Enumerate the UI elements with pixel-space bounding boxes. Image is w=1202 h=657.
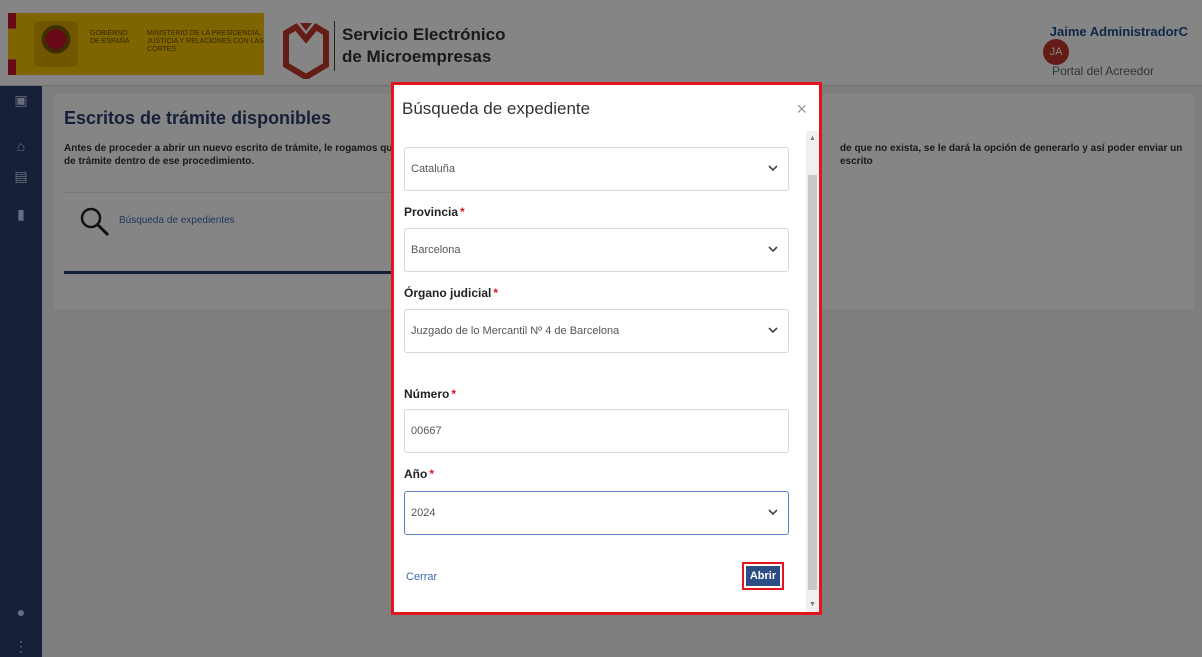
chevron-down-icon [768, 509, 778, 516]
modal-scrollbar[interactable]: ▲ ▼ [806, 131, 819, 612]
scrollbar-thumb[interactable] [808, 175, 817, 590]
numero-label: Número * [404, 387, 456, 401]
organo-judicial-select[interactable]: Juzgado de lo Mercantil Nº 4 de Barcelon… [404, 309, 789, 353]
chevron-down-icon [768, 246, 778, 253]
modal-header: Búsqueda de expediente × [394, 85, 819, 131]
scroll-up-icon[interactable]: ▲ [809, 135, 816, 142]
search-expediente-modal: Búsqueda de expediente × Cataluña Provin… [391, 82, 822, 615]
cerrar-button[interactable]: Cerrar [406, 571, 437, 583]
comunidad-select[interactable]: Cataluña [404, 147, 789, 191]
anio-select[interactable]: 2024 [404, 491, 789, 535]
provincia-label: Provincia * [404, 205, 465, 219]
abrir-highlight: Abrir [742, 562, 784, 590]
anio-label: Año * [404, 467, 434, 481]
modal-title: Búsqueda de expediente [402, 99, 591, 118]
chevron-down-icon [768, 165, 778, 172]
organo-label: Órgano judicial * [404, 286, 498, 300]
close-icon[interactable]: × [796, 99, 807, 120]
numero-input[interactable]: 00667 [404, 409, 789, 453]
organo-label-text: Órgano judicial [404, 286, 492, 300]
required-mark: * [451, 387, 457, 401]
numero-label-text: Número [404, 387, 450, 401]
anio-label-text: Año [404, 467, 428, 481]
comunidad-value: Cataluña [411, 163, 456, 175]
provincia-value: Barcelona [411, 244, 461, 256]
organo-value: Juzgado de lo Mercantil Nº 4 de Barcelon… [411, 325, 620, 337]
scroll-down-icon[interactable]: ▼ [809, 601, 816, 608]
chevron-down-icon [768, 327, 778, 334]
numero-value: 00667 [411, 425, 442, 437]
modal-body: Cataluña Provincia * Barcelona Órgano jud… [394, 131, 806, 611]
provincia-label-text: Provincia [404, 205, 459, 219]
provincia-select[interactable]: Barcelona [404, 228, 789, 272]
required-mark: * [493, 286, 499, 300]
required-mark: * [429, 467, 434, 481]
required-mark: * [460, 205, 465, 219]
anio-value: 2024 [411, 507, 436, 519]
abrir-button[interactable]: Abrir [746, 566, 780, 586]
